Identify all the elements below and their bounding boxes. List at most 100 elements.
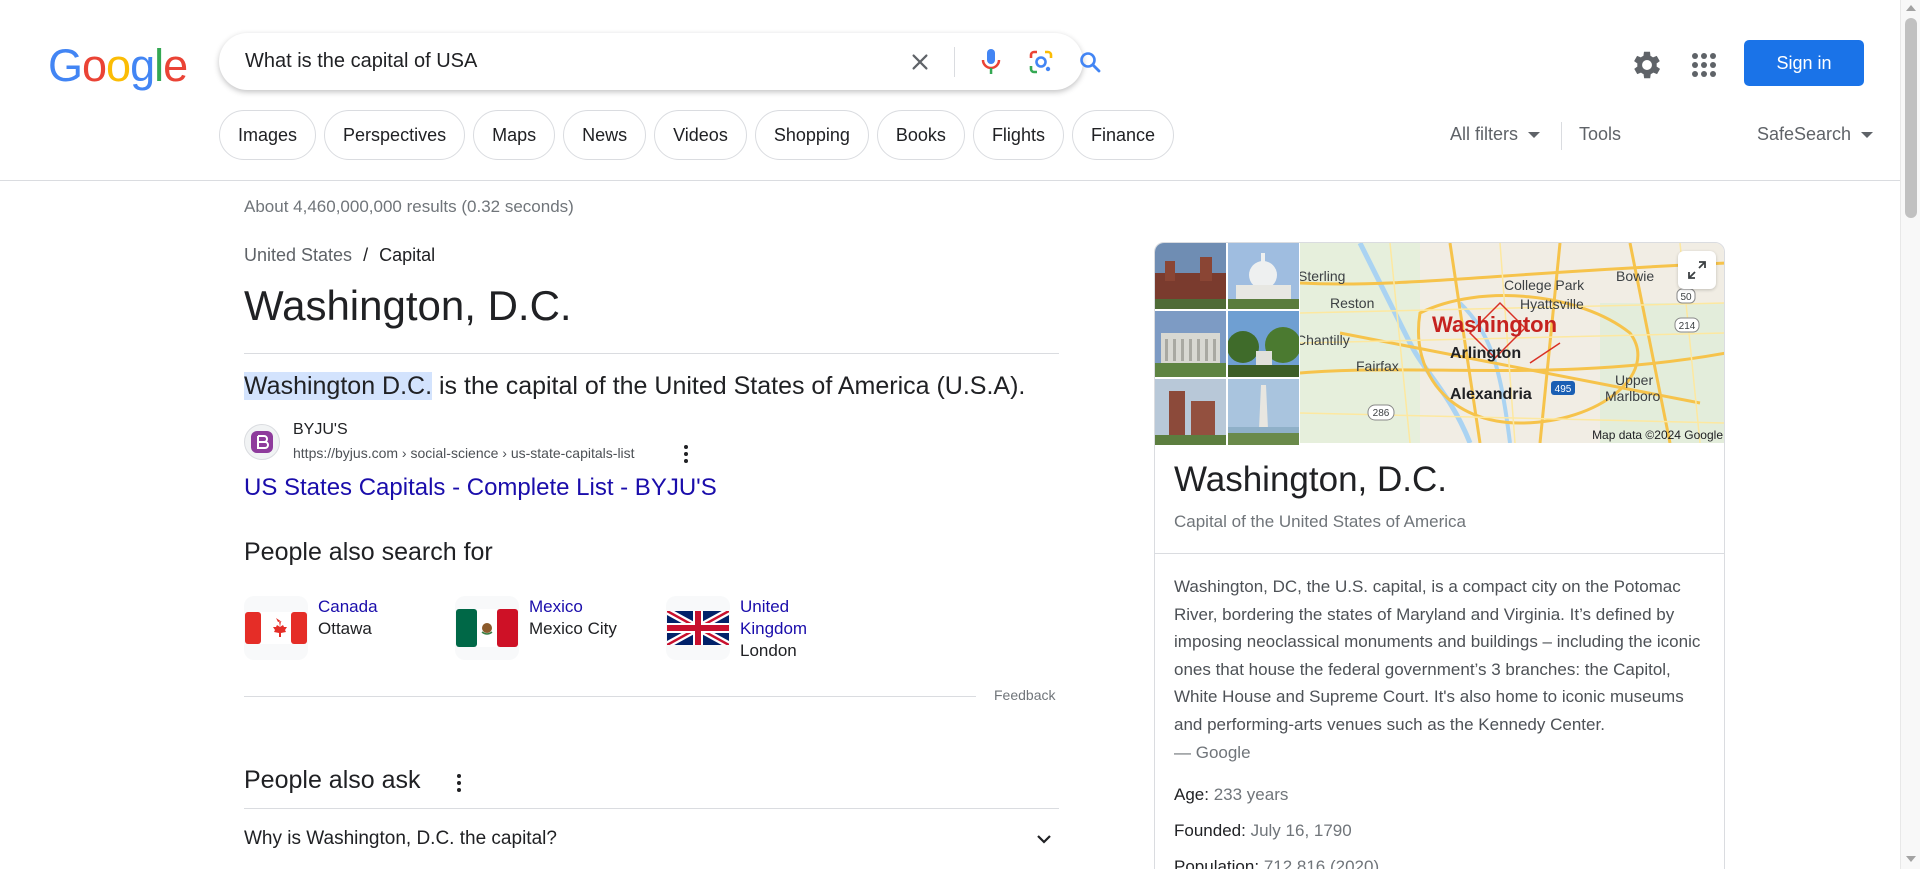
search-icon[interactable]	[1073, 45, 1107, 79]
pasf-item-united-kingdom[interactable]: United Kingdom London	[666, 596, 807, 662]
paa-divider	[244, 808, 1059, 809]
kp-description-source[interactable]: — Google	[1174, 743, 1251, 762]
castle-photo[interactable]	[1155, 379, 1226, 445]
tools-button[interactable]: Tools	[1579, 124, 1621, 145]
kp-divider	[1155, 553, 1724, 554]
memorial-trees-photo[interactable]	[1228, 311, 1299, 377]
people-also-search-heading: People also search for	[244, 538, 493, 566]
lincoln-memorial-photo[interactable]	[1155, 311, 1226, 377]
scroll-up-arrow-icon[interactable]	[1906, 5, 1916, 11]
map-label-marlboro: Marlboro	[1605, 388, 1660, 404]
kp-description: Washington, DC, the U.S. capital, is a c…	[1174, 573, 1709, 766]
map-label-hyattsville: Hyattsville	[1520, 296, 1584, 312]
answer-title: Washington, D.C.	[244, 282, 572, 329]
tab-books[interactable]: Books	[876, 110, 965, 160]
clear-icon[interactable]	[903, 45, 937, 79]
more-vert-icon[interactable]	[452, 772, 466, 794]
source-link[interactable]: US States Capitals - Complete List - BYJ…	[244, 474, 717, 502]
tab-perspectives[interactable]: Perspectives	[324, 110, 466, 160]
filters-divider	[1561, 122, 1562, 150]
fact-label[interactable]: Founded:	[1174, 821, 1246, 840]
map-label-chantilly: Chantilly	[1300, 332, 1350, 348]
chevron-down-icon[interactable]	[1033, 828, 1055, 850]
tab-images[interactable]: Images	[219, 110, 317, 160]
pasf-capital: London	[740, 641, 797, 660]
lens-icon[interactable]	[1024, 45, 1058, 79]
tab-shopping[interactable]: Shopping	[754, 110, 869, 160]
byjus-favicon[interactable]	[244, 424, 280, 460]
map-label-reston: Reston	[1330, 295, 1374, 311]
breadcrumb: United States / Capital	[244, 245, 435, 266]
kp-description-text: Washington, DC, the U.S. capital, is a c…	[1174, 577, 1701, 734]
mic-icon[interactable]	[974, 45, 1008, 79]
breadcrumb-parent[interactable]: United States	[244, 245, 352, 265]
safesearch-button[interactable]: SafeSearch	[1757, 124, 1874, 145]
map-label-alexandria: Alexandria	[1450, 386, 1532, 403]
expand-icon[interactable]	[1678, 251, 1716, 289]
tab-news[interactable]: News	[563, 110, 647, 160]
apps-icon[interactable]	[1686, 47, 1722, 83]
search-input[interactable]: What is the capital of USA	[245, 50, 477, 73]
tab-flights[interactable]: Flights	[972, 110, 1064, 160]
breadcrumb-current: Capital	[379, 245, 436, 265]
map-label-fairfax: Fairfax	[1356, 358, 1399, 374]
pasf-item-mexico[interactable]: Mexico Mexico City	[455, 596, 617, 660]
source-name[interactable]: BYJU'S	[293, 421, 348, 439]
scroll-down-arrow-icon[interactable]	[1906, 856, 1916, 862]
map-label-arlington: Arlington	[1450, 345, 1521, 362]
washington-monument-photo[interactable]	[1228, 379, 1299, 445]
fact-label[interactable]: Age:	[1174, 785, 1209, 804]
answer-snippet: Washington D.C. is the capital of the Un…	[244, 372, 1025, 401]
fact-label[interactable]: Population:	[1174, 857, 1259, 869]
capitol-photo[interactable]	[1228, 243, 1299, 309]
safesearch-label: SafeSearch	[1757, 124, 1852, 144]
caret-down-icon	[1861, 131, 1874, 138]
scrollbar[interactable]	[1900, 0, 1920, 869]
feedback-link[interactable]: Feedback	[994, 687, 1055, 703]
pasf-name[interactable]: Mexico	[529, 596, 617, 618]
map-label-bowie: Bowie	[1616, 268, 1654, 284]
pasf-name[interactable]: Canada	[318, 596, 378, 618]
all-filters-label: All filters	[1450, 124, 1519, 144]
kp-fact-population: Population: 712,816 (2020)	[1174, 857, 1379, 869]
knowledge-panel: Sterling Reston Chantilly Fairfax Colleg…	[1154, 242, 1725, 869]
tab-maps[interactable]: Maps	[473, 110, 556, 160]
search-box[interactable]: What is the capital of USA	[219, 33, 1101, 90]
pasf-name-line2[interactable]: Kingdom	[740, 618, 807, 640]
tab-videos[interactable]: Videos	[654, 110, 747, 160]
map-label-upper: Upper	[1615, 372, 1653, 388]
pasf-item-canada[interactable]: Canada Ottawa	[244, 596, 378, 660]
result-stats: About 4,460,000,000 results (0.32 second…	[244, 197, 574, 216]
header: Google What is the capital of USA Sign i…	[0, 0, 1900, 181]
pasf-capital: Mexico City	[529, 619, 617, 638]
tab-finance[interactable]: Finance	[1071, 110, 1174, 160]
pasf-name-line1[interactable]: United	[740, 596, 807, 618]
map-attribution: Map data ©2024 Google	[1592, 428, 1723, 442]
route-50-label: 50	[1680, 292, 1692, 303]
kp-subtitle: Capital of the United States of America	[1174, 512, 1466, 531]
route-495-label: 495	[1555, 384, 1572, 395]
search-tabs: Images Perspectives Maps News Videos Sho…	[219, 110, 1174, 160]
kp-map[interactable]: Sterling Reston Chantilly Fairfax Colleg…	[1300, 243, 1724, 443]
map-label-college-park: College Park	[1504, 277, 1585, 293]
smithsonian-photo[interactable]	[1155, 243, 1226, 309]
mexico-flag-icon	[455, 596, 519, 660]
fact-value: 233 years	[1213, 785, 1289, 804]
all-filters-button[interactable]: All filters	[1450, 124, 1541, 145]
map-label-washington: Washington	[1432, 312, 1557, 337]
pasf-divider	[244, 696, 976, 697]
map-label-sterling: Sterling	[1300, 268, 1345, 284]
paa-question[interactable]: Why is Washington, D.C. the capital?	[244, 828, 557, 850]
kp-fact-age: Age: 233 years	[1174, 785, 1288, 805]
searchbox-divider	[954, 47, 955, 77]
source-url[interactable]: https://byjus.com › social-science › us-…	[293, 445, 635, 461]
snippet-text: is the capital of the United States of A…	[432, 372, 1026, 400]
google-logo[interactable]: Google	[48, 40, 188, 92]
sign-in-button[interactable]: Sign in	[1744, 40, 1864, 86]
more-vert-icon[interactable]	[679, 444, 693, 464]
kp-photo-grid[interactable]	[1155, 243, 1299, 445]
settings-icon[interactable]	[1629, 47, 1665, 83]
scrollbar-thumb[interactable]	[1905, 18, 1917, 218]
answer-divider	[244, 353, 1059, 354]
canada-flag-icon	[244, 596, 308, 660]
